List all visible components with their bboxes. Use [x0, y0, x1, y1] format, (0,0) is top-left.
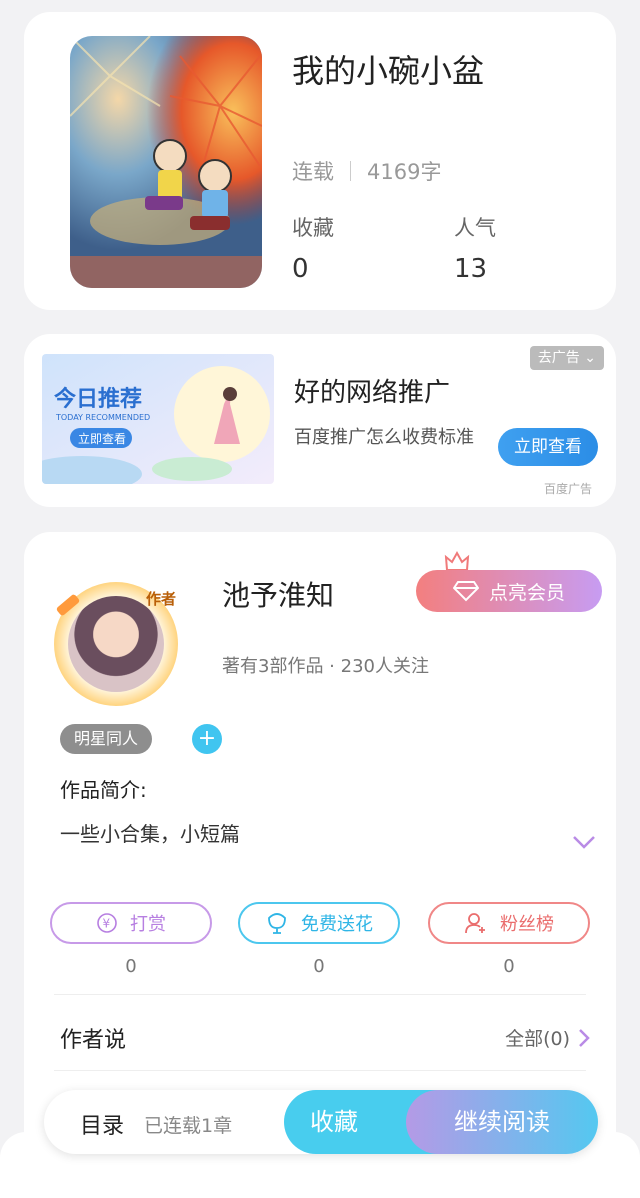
- send-flower-label: 免费送花: [301, 914, 373, 935]
- chevron-down-icon: ⌄: [584, 350, 596, 366]
- flower-count: 0: [313, 956, 325, 977]
- tip-button-label: 打赏: [130, 914, 166, 935]
- stat-favorites-value: 0: [292, 254, 309, 284]
- section-divider-2: [54, 1070, 586, 1071]
- genre-tag[interactable]: 明星同人: [60, 724, 153, 754]
- book-status-line: 连载 4169字: [292, 156, 441, 186]
- crown-icon: [444, 550, 470, 571]
- flower-icon: [268, 913, 286, 934]
- toc-button[interactable]: 目录: [80, 1108, 124, 1140]
- author-avatar[interactable]: 作者: [54, 582, 178, 706]
- tip-button[interactable]: ¥ 打赏: [50, 902, 212, 944]
- ad-banner-subtitle: TODAY RECOMMENDED: [55, 413, 150, 422]
- vip-button[interactable]: 点亮会员: [416, 570, 602, 612]
- book-cover-image[interactable]: [70, 36, 262, 288]
- fans-icon: [465, 913, 485, 934]
- status-divider: [350, 161, 351, 181]
- ad-source-label: 百度广告: [543, 482, 592, 496]
- book-status: 连载: [292, 160, 334, 184]
- continue-reading-button[interactable]: 继续阅读: [406, 1090, 598, 1154]
- ad-description: 百度推广怎么收费标准: [294, 427, 474, 448]
- author-badge: 作者: [145, 590, 176, 608]
- stat-favorites: 收藏 0: [292, 212, 334, 284]
- all-link-label: 全部(0): [505, 1028, 570, 1050]
- yen-coin-icon: ¥: [97, 913, 117, 933]
- stat-popularity-value: 13: [454, 254, 488, 284]
- add-tag-button[interactable]: +: [192, 724, 222, 754]
- remove-ad-button[interactable]: 去广告 ⌄: [529, 346, 604, 370]
- ad-card[interactable]: 今日推荐 TODAY RECOMMENDED 立即查看 好的网络推广 百度推广怎…: [24, 334, 616, 507]
- fans-count: 0: [503, 956, 515, 977]
- stat-favorites-label: 收藏: [292, 216, 334, 240]
- tip-count: 0: [125, 956, 137, 977]
- fans-ranking-button[interactable]: 粉丝榜: [428, 902, 590, 944]
- author-name[interactable]: 池予淮知: [222, 574, 334, 614]
- expand-chevron-icon[interactable]: [572, 834, 596, 850]
- ad-banner-image[interactable]: 今日推荐 TODAY RECOMMENDED 立即查看: [42, 354, 274, 484]
- ad-banner-button: 立即查看: [78, 431, 126, 446]
- svg-text:¥: ¥: [103, 917, 111, 931]
- author-says-all-link[interactable]: 全部(0): [505, 1024, 590, 1051]
- intro-text: 一些小合集，小短篇: [60, 822, 240, 846]
- stat-popularity: 人气 13: [454, 212, 496, 284]
- book-title: 我的小碗小盆: [292, 52, 485, 90]
- fans-ranking-label: 粉丝榜: [500, 914, 554, 935]
- intro-heading: 作品简介:: [60, 778, 147, 802]
- book-word-count: 4169字: [367, 160, 442, 184]
- remove-ad-label: 去广告: [537, 350, 580, 366]
- send-flower-button[interactable]: 免费送花: [238, 902, 400, 944]
- chevron-right-icon: [579, 1028, 590, 1047]
- diamond-icon: [452, 581, 479, 602]
- vip-button-label: 点亮会员: [488, 581, 565, 604]
- avatar-photo: [68, 596, 164, 692]
- ad-title[interactable]: 好的网络推广: [294, 372, 450, 409]
- ad-banner-title: 今日推荐: [54, 386, 142, 412]
- book-info-card: 我的小碗小盆 连载 4169字 收藏 0 人气 13: [24, 12, 616, 310]
- author-meta: 著有3部作品 · 230人关注: [222, 656, 429, 677]
- ad-view-button[interactable]: 立即查看: [498, 428, 598, 466]
- stat-popularity-label: 人气: [454, 216, 496, 240]
- section-divider: [54, 994, 586, 995]
- chapter-count: 已连载1章: [144, 1115, 233, 1137]
- author-says-heading: 作者说: [60, 1028, 127, 1053]
- bottom-action-bar: 目录 已连载1章 收藏 继续阅读: [44, 1090, 598, 1154]
